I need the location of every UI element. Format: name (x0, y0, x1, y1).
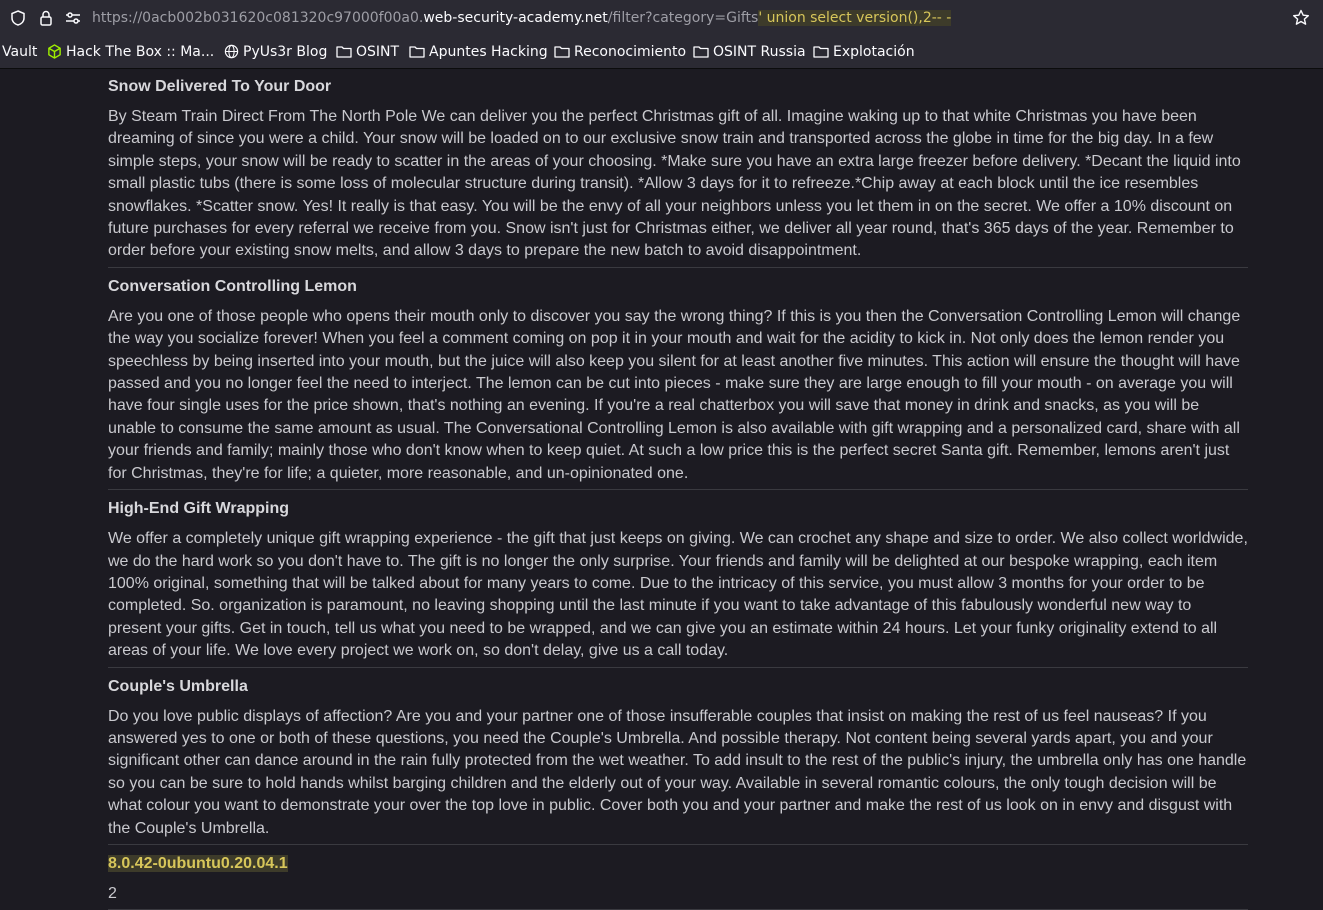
product-title: High-End Gift Wrapping (108, 500, 290, 518)
db-version-text: 8.0.42-0ubuntu0.20.04.1 (108, 854, 288, 872)
folder-icon (693, 46, 709, 58)
product-description: By Steam Train Direct From The North Pol… (108, 108, 1241, 260)
url-path: /filter?category=Gifts (607, 10, 759, 26)
product-description: Do you love public displays of affection… (108, 707, 1247, 837)
product-row: Snow Delivered To Your Door By Steam Tra… (108, 68, 1248, 268)
bookmark-label: OSINT (356, 44, 400, 60)
bookmark-pyus3r-blog[interactable]: PyUs3r Blog (224, 36, 327, 68)
bookmark-label: Vault (2, 44, 38, 60)
product-description: Are you one of those people who opens th… (108, 307, 1241, 482)
injection-result-value: 2 (108, 884, 117, 902)
folder-icon (409, 46, 425, 58)
htb-cube-icon (48, 44, 61, 59)
db-version-title: 8.0.42-0ubuntu0.20.04.1 (108, 845, 1248, 875)
folder-icon (336, 46, 352, 58)
url-injected-payload: ' union select version(),2-- - (758, 10, 952, 26)
bookmark-folder-apuntes-hacking[interactable]: Apuntes Hacking (409, 36, 548, 68)
bookmark-folder-osint[interactable]: OSINT (336, 36, 399, 68)
bookmark-label: Reconocimiento (574, 44, 687, 60)
bookmark-folder-osint-russia[interactable]: OSINT Russia (693, 36, 806, 68)
product-row: High-End Gift Wrapping We offer a comple… (108, 490, 1248, 668)
product-description: We offer a completely unique gift wrappi… (108, 530, 1248, 660)
product-title: Couple's Umbrella (108, 677, 248, 695)
bookmark-label: Apuntes Hacking (429, 44, 548, 60)
bookmark-label: OSINT Russia (713, 44, 806, 60)
injection-result-row: 8.0.42-0ubuntu0.20.04.1 2 (108, 845, 1248, 910)
bookmarks-toolbar: Vault Hack The Box :: Ma... PyUs3r Blog … (0, 36, 1323, 69)
folder-icon (554, 46, 570, 58)
lock-icon[interactable] (37, 9, 55, 27)
product-row: Couple's Umbrella Do you love public dis… (108, 668, 1248, 845)
url-bar[interactable]: https://0acb002b031620c081320c97000f00a0… (0, 0, 1323, 36)
bookmark-hackthebox[interactable]: Hack The Box :: Ma... (47, 36, 214, 68)
product-title: Snow Delivered To Your Door (108, 78, 332, 95)
folder-icon (813, 46, 829, 58)
bookmark-folder-explotacion[interactable]: Explotación (813, 36, 915, 68)
shield-icon[interactable] (9, 9, 27, 27)
bookmark-label: PyUs3r Blog (243, 44, 328, 60)
url-prefix: https://0acb002b031620c081320c97000f00a0… (92, 10, 424, 26)
bookmark-vault[interactable]: Vault (2, 36, 37, 68)
url-text[interactable]: https://0acb002b031620c081320c97000f00a0… (92, 0, 952, 36)
bookmark-folder-reconocimiento[interactable]: Reconocimiento (554, 36, 686, 68)
globe-icon (224, 44, 239, 59)
product-title: Conversation Controlling Lemon (108, 277, 357, 295)
product-list: Snow Delivered To Your Door By Steam Tra… (108, 68, 1248, 910)
bookmark-label: Explotación (833, 44, 915, 60)
product-row: Conversation Controlling Lemon Are you o… (108, 268, 1248, 491)
site-permissions-icon[interactable] (64, 9, 82, 27)
bookmark-star-icon[interactable] (1291, 8, 1311, 28)
url-host: web-security-academy.net (423, 10, 608, 26)
bookmark-label: Hack The Box :: Ma... (66, 44, 215, 60)
